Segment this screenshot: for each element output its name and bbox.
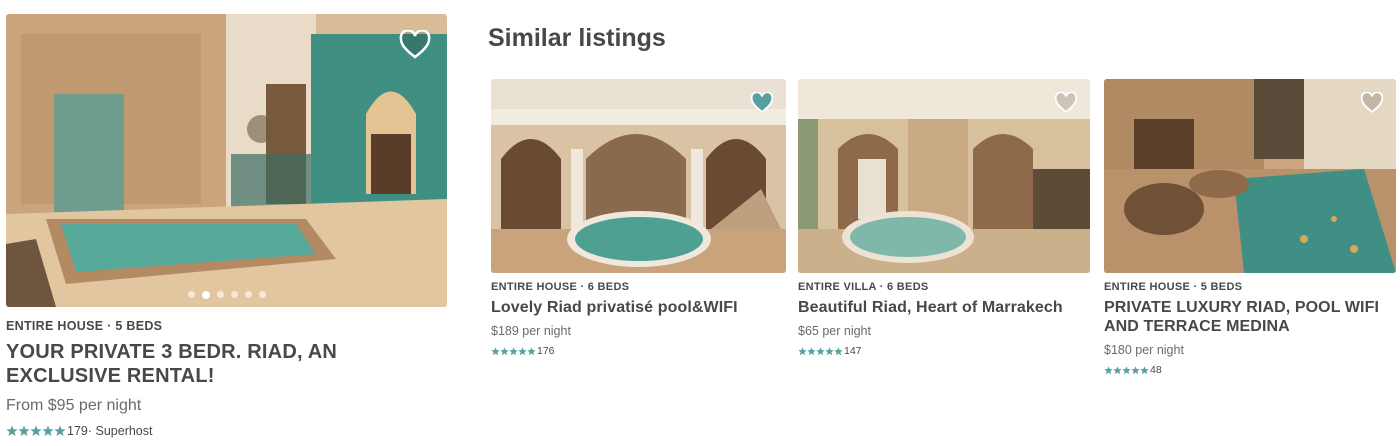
star-icon [509, 346, 518, 356]
listing-kicker: ENTIRE VILLA · 6 BEDS [798, 281, 929, 293]
star-icon [6, 425, 18, 437]
favorite-heart-icon[interactable] [1360, 91, 1384, 114]
listing-kicker: ENTIRE HOUSE · 6 BEDS [491, 281, 630, 293]
favorite-heart-filled-icon[interactable] [750, 91, 774, 114]
riad-terrace-photo [1104, 79, 1396, 273]
carousel-dot[interactable] [230, 291, 238, 298]
rating-row: 147 [798, 345, 1090, 357]
star-rating [491, 346, 536, 356]
similar-listing-card[interactable]: ENTIRE HOUSE · 5 BEDS PRIVATE LUXURY RIA… [1104, 79, 1396, 376]
riad-pool-photo [491, 79, 786, 273]
star-icon [1113, 365, 1122, 375]
rating-row: 176 [491, 345, 786, 357]
star-rating [6, 425, 66, 437]
star-icon [527, 346, 536, 356]
listing-price: From $95 per night [6, 397, 142, 414]
listing-kicker: ENTIRE HOUSE · 5 BEDS [1104, 281, 1243, 293]
similar-listing-photo[interactable] [1104, 79, 1396, 273]
listing-title[interactable]: YOUR PRIVATE 3 BEDR. RIAD, AN EXCLUSIVE … [6, 340, 447, 388]
star-icon [1131, 365, 1140, 375]
listing-kicker: ENTIRE HOUSE · 5 BEDS [6, 319, 163, 333]
riad-courtyard-photo [6, 14, 447, 307]
similar-listing-photo[interactable] [491, 79, 786, 273]
favorite-heart-icon[interactable] [399, 29, 431, 60]
carousel-dots [6, 291, 447, 299]
star-icon [518, 346, 527, 356]
star-icon [30, 425, 42, 437]
star-icon [834, 346, 843, 356]
star-icon [816, 346, 825, 356]
star-icon [1122, 365, 1131, 375]
carousel-dot[interactable] [187, 291, 195, 298]
carousel-dot[interactable] [216, 291, 224, 298]
listing-title[interactable]: Lovely Riad privatisé pool&WIFI [491, 298, 786, 317]
review-count: 176 [537, 345, 555, 357]
main-listing-photo[interactable] [6, 14, 447, 307]
star-icon [18, 425, 30, 437]
rating-row: 48 [1104, 364, 1396, 376]
star-icon [798, 346, 807, 356]
star-icon [1140, 365, 1149, 375]
review-count: 48 [1150, 364, 1162, 376]
similar-listing-card[interactable]: ENTIRE HOUSE · 6 BEDS Lovely Riad privat… [491, 79, 786, 357]
similar-listing-photo[interactable] [798, 79, 1090, 273]
listing-price: $65 per night [798, 324, 871, 338]
carousel-dot[interactable] [244, 291, 252, 298]
star-icon [500, 346, 509, 356]
star-icon [807, 346, 816, 356]
star-rating [1104, 365, 1149, 375]
star-icon [491, 346, 500, 356]
favorite-heart-icon[interactable] [1054, 91, 1078, 114]
superhost-badge: · Superhost [87, 424, 153, 438]
main-listing-card[interactable]: ENTIRE HOUSE · 5 BEDS YOUR PRIVATE 3 BED… [6, 14, 447, 438]
star-rating [798, 346, 843, 356]
carousel-dot-active[interactable] [201, 291, 210, 299]
listing-title[interactable]: Beautiful Riad, Heart of Marrakech [798, 298, 1090, 317]
star-icon [1104, 365, 1113, 375]
riad-villa-photo [798, 79, 1090, 273]
listing-price: $189 per night [491, 324, 571, 338]
star-icon [54, 425, 66, 437]
review-count: 179 [67, 424, 88, 438]
star-icon [42, 425, 54, 437]
star-icon [825, 346, 834, 356]
review-count: 147 [844, 345, 862, 357]
carousel-dot[interactable] [258, 291, 266, 298]
listing-title[interactable]: PRIVATE LUXURY RIAD, POOL WIFI AND TERRA… [1104, 298, 1396, 336]
listing-price: $180 per night [1104, 343, 1184, 357]
similar-listing-card[interactable]: ENTIRE VILLA · 6 BEDS Beautiful Riad, He… [798, 79, 1090, 357]
rating-row: 179 · Superhost [6, 424, 447, 438]
similar-listings-heading: Similar listings [488, 24, 666, 52]
